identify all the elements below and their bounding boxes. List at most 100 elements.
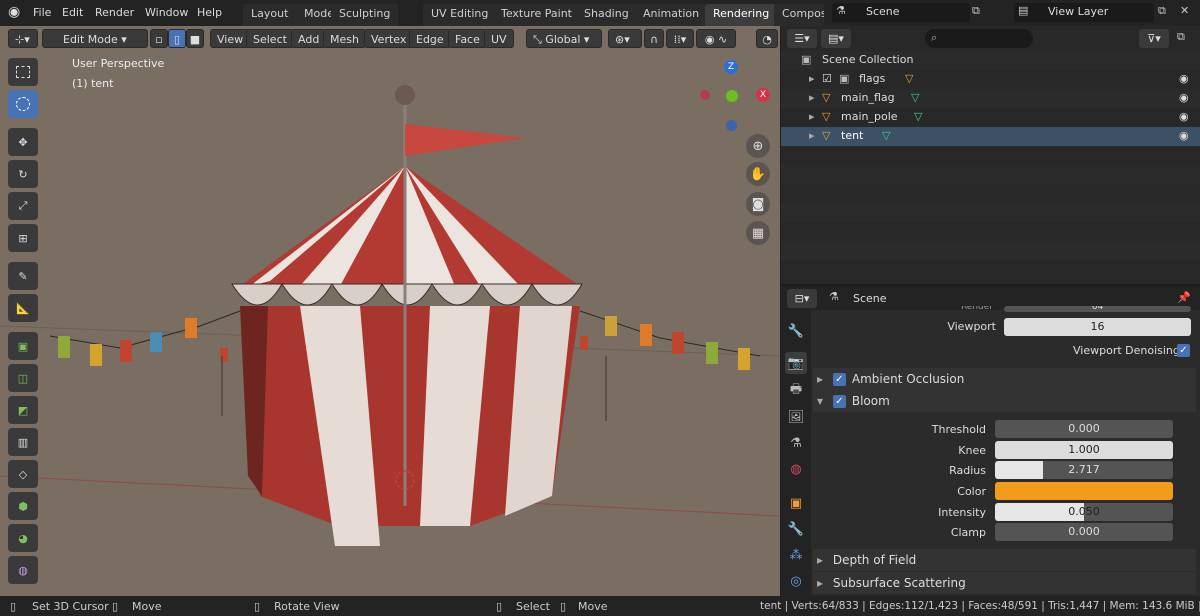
collapse-arrow-icon[interactable]: ▸ [817, 576, 823, 590]
knife-tool-icon[interactable]: ◇ [8, 460, 38, 488]
menu-window[interactable]: Window [145, 6, 188, 19]
scale-tool-icon[interactable]: ⤢ [8, 192, 38, 220]
outliner-row-root[interactable]: ▣ Scene Collection [781, 51, 1200, 70]
outliner-row-main-flag[interactable]: ▸ ▽ main_flag ▽ ◉ [781, 89, 1200, 108]
blender-logo-icon[interactable]: ◉ [8, 4, 20, 20]
extrude-tool-icon[interactable]: ▣ [8, 332, 38, 360]
remove-view-layer-icon[interactable]: ✕ [1180, 4, 1189, 17]
filter-icon[interactable]: ⊽▾ [1139, 29, 1169, 48]
world-tab-icon[interactable]: ◍ [785, 458, 807, 480]
tab-compositing[interactable]: Compos [774, 4, 824, 26]
collapse-arrow-icon[interactable]: ▸ [817, 553, 823, 567]
bloom-panel[interactable]: ▾ ✓ Bloom [813, 390, 1196, 412]
loop-cut-tool-icon[interactable]: ▥ [8, 428, 38, 456]
bevel-tool-icon[interactable]: ◩ [8, 396, 38, 424]
y-axis-icon[interactable] [726, 90, 738, 102]
threshold-field[interactable]: 0.000 [995, 420, 1173, 438]
rotate-tool-icon[interactable]: ↻ [8, 160, 38, 188]
ambient-occlusion-checkbox[interactable]: ✓ [832, 373, 846, 386]
new-view-layer-icon[interactable]: ⧉ [1158, 4, 1166, 18]
object-tab-icon[interactable]: ▣ [785, 492, 807, 514]
menu-add[interactable]: Add [291, 29, 327, 48]
expand-icon[interactable]: ▸ [809, 91, 815, 104]
bloom-checkbox[interactable]: ✓ [832, 395, 846, 408]
radius-field[interactable]: 2.717 [995, 461, 1173, 479]
visibility-eye-icon[interactable]: ◉ [1179, 110, 1189, 123]
view-layer-tab-icon[interactable]: 🖼 [785, 406, 807, 428]
bloom-color-swatch[interactable] [995, 482, 1173, 500]
outliner-row-main-pole[interactable]: ▸ ▽ main_pole ▽ ◉ [781, 108, 1200, 127]
menu-render[interactable]: Render [95, 6, 134, 19]
camera-icon[interactable]: ◙ [746, 192, 770, 216]
vertex-select-icon[interactable]: ▫ [150, 29, 168, 48]
render-tab-icon[interactable]: 📷 [785, 352, 807, 374]
tab-shading[interactable]: Shading [576, 4, 637, 26]
new-collection-icon[interactable]: ⧉ [1177, 30, 1185, 44]
3d-viewport[interactable]: User Perspective (1) tent Z X ⊕ ✋ ◙ ▦ ✥ … [0, 26, 780, 596]
annotate-tool-icon[interactable]: ✎ [8, 262, 38, 290]
move-tool-icon[interactable]: ✥ [8, 128, 38, 156]
clamp-field[interactable]: 0.000 [995, 523, 1173, 541]
expand-arrow-icon[interactable]: ▾ [817, 394, 823, 408]
poly-build-tool-icon[interactable]: ⬢ [8, 492, 38, 520]
view-layer-selector[interactable]: ▤ View Layer [1014, 3, 1154, 22]
expand-icon[interactable]: ▸ [809, 72, 815, 85]
pan-hand-icon[interactable]: ✋ [746, 162, 770, 186]
output-tab-icon[interactable]: 🖶 [785, 380, 807, 402]
zoom-icon[interactable]: ⊕ [746, 134, 770, 158]
outliner-row-tent[interactable]: ▸ ▽ tent ▽ ◉ [781, 127, 1200, 146]
x-axis-icon[interactable]: X [756, 88, 770, 102]
outliner-row-flags[interactable]: ▸ ☑ ▣ flags ▽ ◉ [781, 70, 1200, 89]
snap-target-icon[interactable]: ⁞⁞▾ [666, 29, 694, 48]
physics-tab-icon[interactable]: ◎ [785, 570, 807, 592]
viewport-samples-field[interactable]: 16 [1004, 318, 1191, 336]
visibility-eye-icon[interactable]: ◉ [1179, 72, 1189, 85]
edge-select-icon[interactable]: ▯ [168, 29, 186, 48]
outliner-search-input[interactable]: ⌕ [925, 29, 1033, 48]
menu-file[interactable]: File [33, 6, 51, 19]
intensity-field[interactable]: 0.050 [995, 503, 1173, 521]
tab-uv-editing[interactable]: UV Editing [423, 4, 497, 26]
cursor-tool-icon[interactable] [8, 90, 38, 118]
transform-tool-icon[interactable]: ⊞ [8, 224, 38, 252]
new-scene-icon[interactable]: ⧉ [972, 4, 980, 18]
tab-texture-paint[interactable]: Texture Paint [493, 4, 580, 26]
expand-icon[interactable]: ▸ [809, 129, 815, 142]
tab-layout[interactable]: Layout [243, 4, 297, 26]
tab-sculpting[interactable]: Sculpting [331, 4, 399, 26]
snap-icon[interactable]: ∩ [644, 29, 664, 48]
pivot-icon[interactable]: ⊛▾ [608, 29, 642, 48]
ambient-occlusion-panel[interactable]: ▸ ✓ Ambient Occlusion [813, 368, 1196, 390]
expand-icon[interactable]: ▸ [809, 110, 815, 123]
viewport-denoising-checkbox[interactable]: ✓ [1177, 344, 1190, 357]
z-axis-icon[interactable]: Z [724, 60, 738, 74]
particles-tab-icon[interactable]: ⁂ [785, 544, 807, 566]
menu-edit[interactable]: Edit [62, 6, 83, 19]
menu-help[interactable]: Help [197, 6, 222, 19]
menu-uv[interactable]: UV [484, 29, 514, 48]
menu-face[interactable]: Face [448, 29, 487, 48]
measure-tool-icon[interactable]: 📐 [8, 294, 38, 322]
neg-x-axis-icon[interactable] [700, 90, 710, 100]
menu-select[interactable]: Select [246, 29, 294, 48]
smooth-tool-icon[interactable]: ◍ [8, 556, 38, 584]
proportional-edit-icon[interactable]: ◉ ∿ [696, 29, 736, 48]
subsurface-scattering-panel[interactable]: ▸ Subsurface Scattering [813, 572, 1196, 594]
properties-editor-type-icon[interactable]: ⊟▾ [787, 289, 817, 308]
checkbox-icon[interactable]: ☑ [822, 72, 832, 85]
visibility-eye-icon[interactable]: ◉ [1179, 91, 1189, 104]
inset-tool-icon[interactable]: ◫ [8, 364, 38, 392]
tab-animation[interactable]: Animation [635, 4, 708, 26]
scene-selector[interactable]: ⚗ Scene [832, 3, 970, 22]
modifier-tab-icon[interactable]: 🔧 [785, 518, 807, 540]
neg-z-axis-icon[interactable] [726, 120, 737, 131]
menu-view[interactable]: View [210, 29, 251, 48]
menu-mesh[interactable]: Mesh [323, 29, 366, 48]
depth-of-field-panel[interactable]: ▸ Depth of Field [813, 549, 1196, 571]
menu-edge[interactable]: Edge [409, 29, 451, 48]
visibility-eye-icon[interactable]: ◉ [1179, 129, 1189, 142]
editor-type-icon[interactable]: ⊹▾ [8, 29, 38, 48]
overlay-icon[interactable]: ◔ [756, 29, 778, 48]
menu-vertex[interactable]: Vertex [364, 29, 414, 48]
select-box-tool-icon[interactable] [8, 58, 38, 86]
